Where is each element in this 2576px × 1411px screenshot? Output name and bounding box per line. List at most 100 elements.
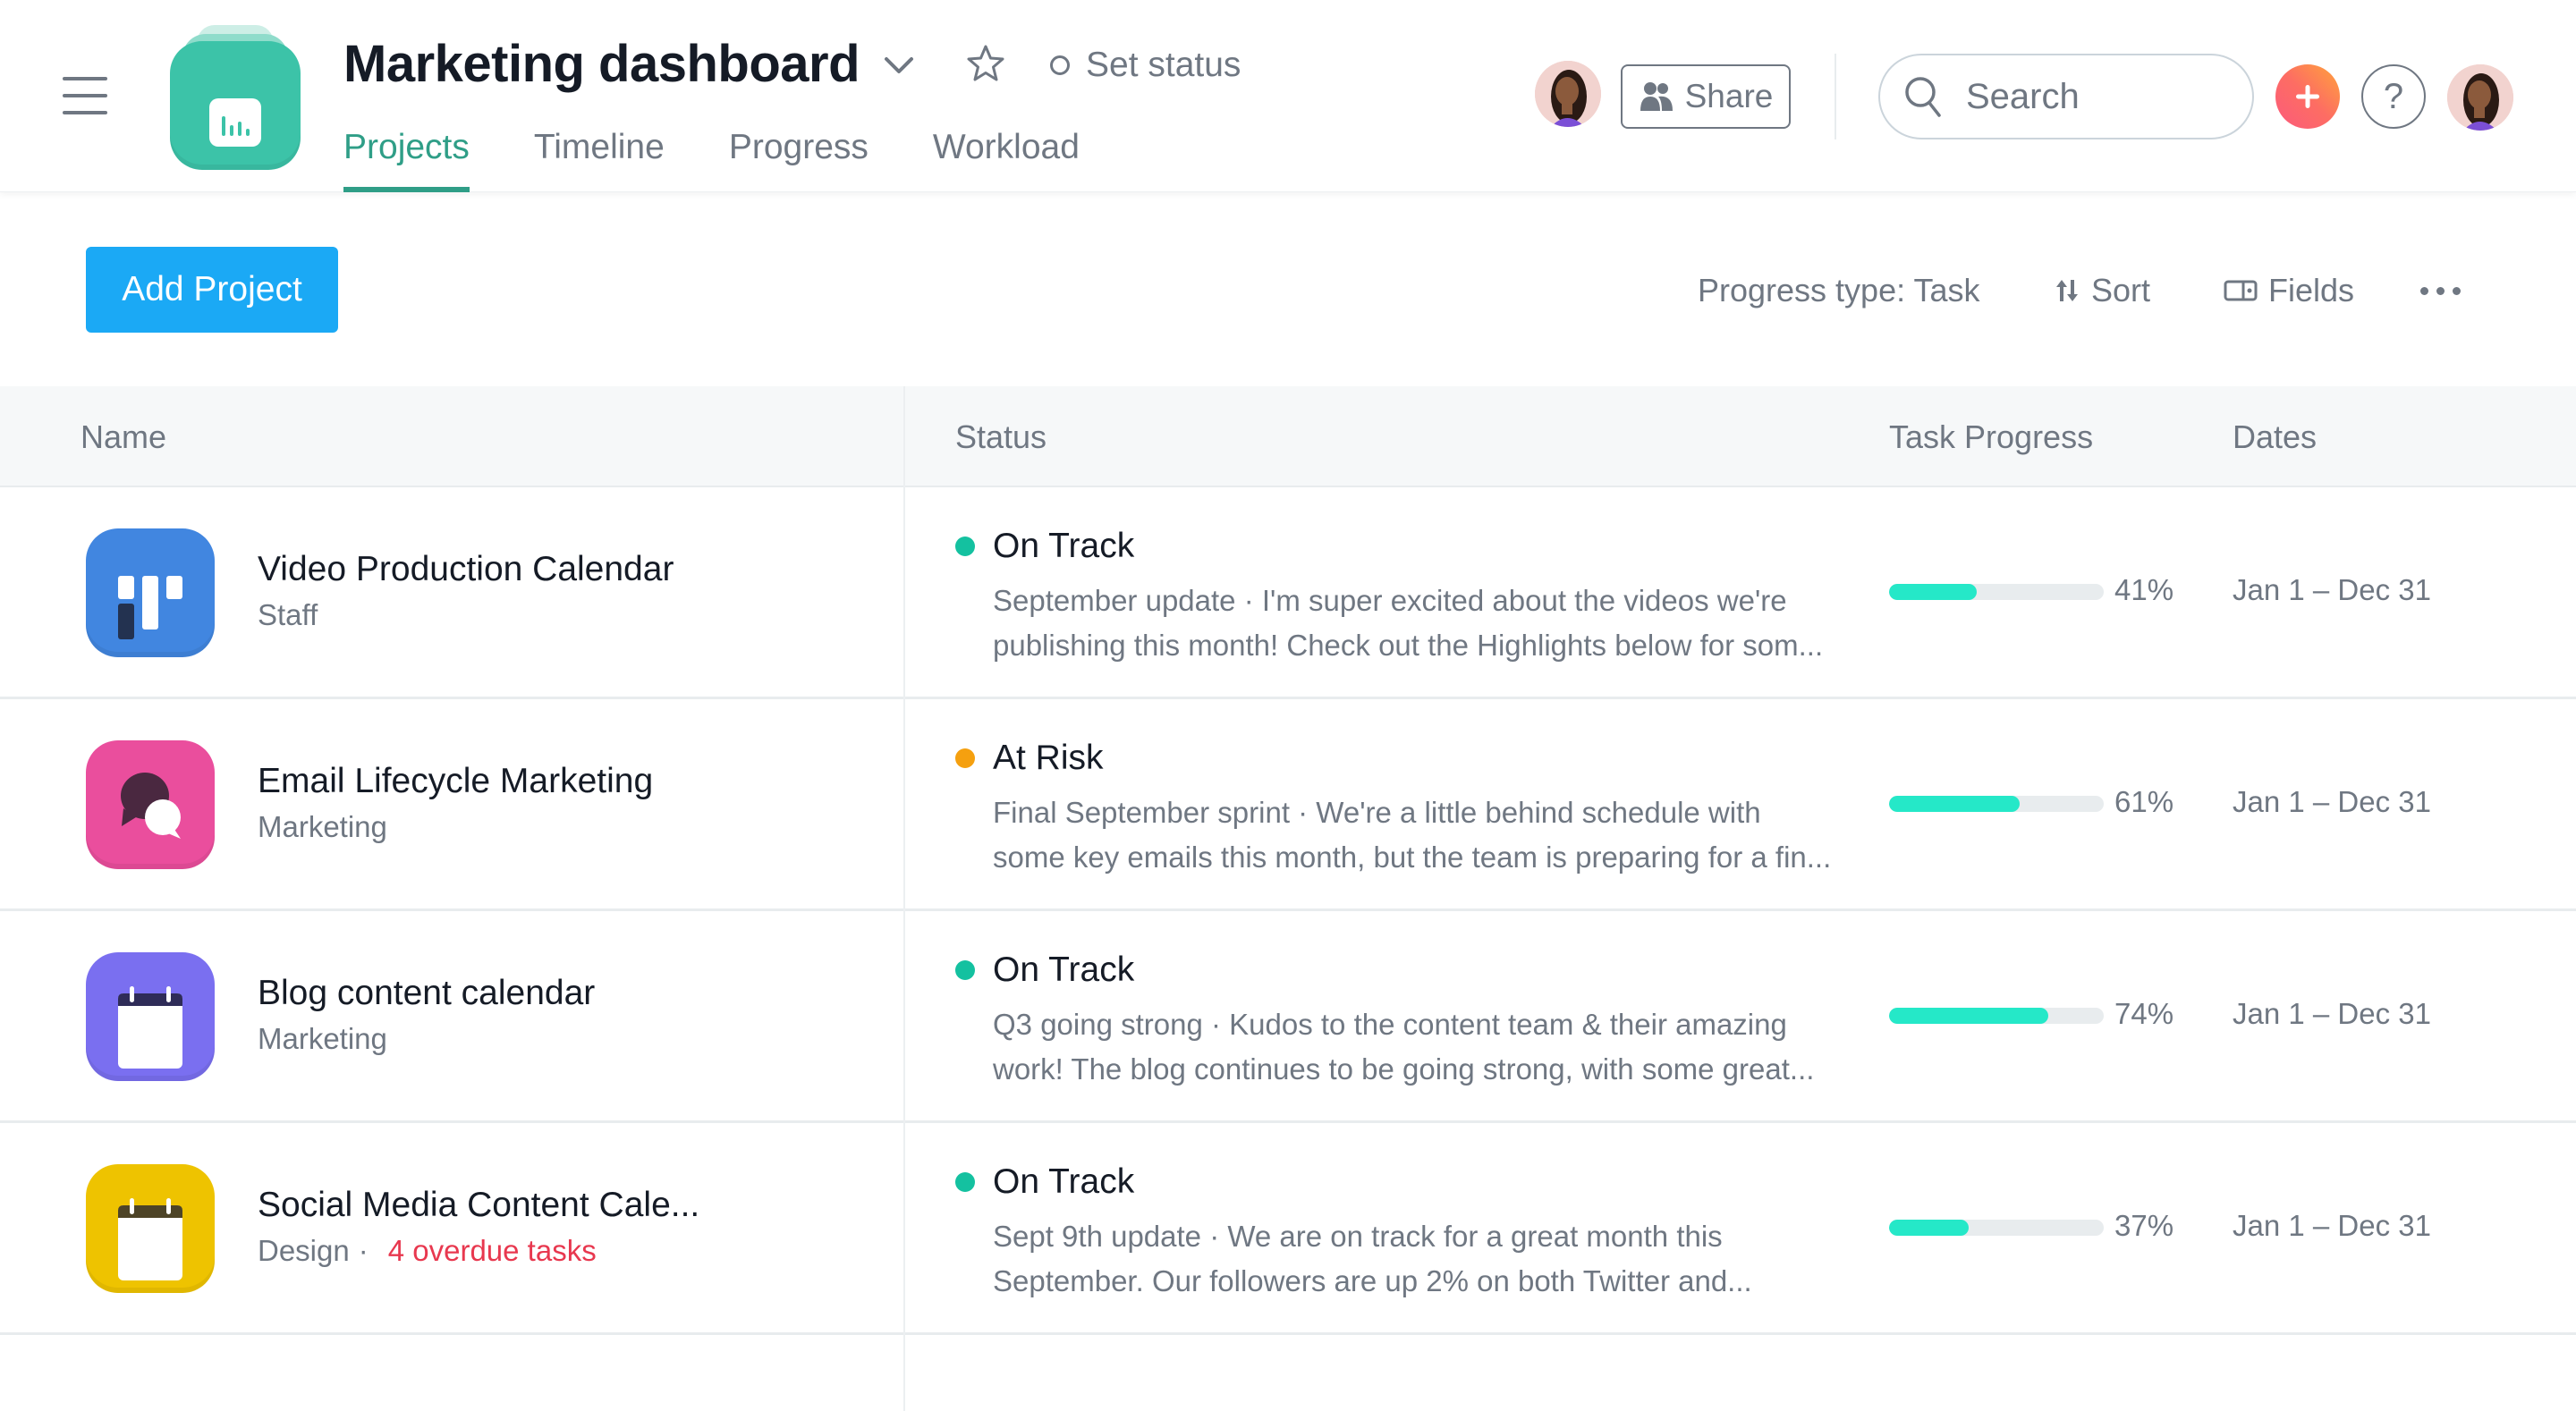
- board-icon: [118, 576, 182, 639]
- table-row[interactable]: Blog content calendar Marketing On Track…: [0, 911, 2576, 1123]
- tab-workload[interactable]: Workload: [933, 122, 1080, 192]
- table-row[interactable]: Email Lifecycle Marketing Marketing At R…: [0, 699, 2576, 911]
- progress-type-label: Progress type: Task: [1698, 272, 1980, 308]
- team-name: Staff: [258, 598, 318, 631]
- status-badge: On Track: [955, 527, 1134, 566]
- chat-bubbles-icon: [121, 773, 181, 839]
- task-progress-bar: [1889, 1220, 2104, 1236]
- project-icon: [86, 952, 215, 1081]
- calendar-icon: [118, 1198, 182, 1280]
- status-badge: On Track: [955, 951, 1134, 990]
- quick-add-button[interactable]: [2275, 64, 2340, 129]
- project-team: Marketing: [258, 1022, 387, 1056]
- project-dates[interactable]: Jan 1 – Dec 31: [2233, 573, 2431, 607]
- status-update-line: some key emails this month, but the team…: [993, 841, 1832, 874]
- search-box[interactable]: [1878, 54, 2254, 139]
- chevron-down-icon[interactable]: [881, 50, 917, 82]
- task-progress-fill: [1889, 1008, 2048, 1024]
- project-team: Staff: [258, 598, 318, 632]
- task-progress-fill: [1889, 1220, 1969, 1236]
- column-header-name[interactable]: Name: [80, 386, 166, 487]
- status-label: On Track: [993, 951, 1135, 989]
- project-icon: [86, 1164, 215, 1293]
- dashboard-logo-icon: [170, 25, 301, 170]
- status-label: On Track: [993, 527, 1135, 565]
- member-avatar[interactable]: [1535, 61, 1601, 127]
- team-name: Marketing: [258, 1022, 387, 1055]
- more-options-icon[interactable]: [2420, 268, 2461, 313]
- project-name[interactable]: Blog content calendar: [258, 974, 595, 1013]
- sort-arrows-icon: [2056, 280, 2078, 301]
- search-icon: [1905, 77, 1941, 117]
- task-progress-percent: 74%: [2114, 997, 2174, 1030]
- top-header: Marketing dashboard Set status Projects …: [0, 0, 2576, 192]
- project-icon: [86, 740, 215, 869]
- status-badge: On Track: [955, 1162, 1134, 1202]
- help-button[interactable]: ?: [2361, 64, 2426, 129]
- task-progress-fill: [1889, 796, 2021, 812]
- status-dot-icon: [955, 1172, 975, 1192]
- status-dot-icon: [955, 748, 975, 768]
- view-tabs: Projects Timeline Progress Workload: [343, 122, 1080, 192]
- table-header: Name Status Task Progress Dates: [0, 386, 2576, 487]
- project-name[interactable]: Social Media Content Cale...: [258, 1186, 699, 1225]
- fields-icon: [2224, 280, 2258, 301]
- star-icon[interactable]: [964, 43, 1007, 86]
- set-status-label: Set status: [1086, 46, 1241, 84]
- column-header-dates[interactable]: Dates: [2233, 386, 2317, 487]
- column-header-task-progress[interactable]: Task Progress: [1889, 386, 2093, 487]
- tab-projects[interactable]: Projects: [343, 122, 470, 192]
- status-circle-icon: [1050, 55, 1070, 75]
- task-progress-percent: 61%: [2114, 785, 2174, 818]
- task-progress-bar: [1889, 584, 2104, 600]
- fields-button[interactable]: Fields: [2224, 268, 2354, 313]
- project-dates[interactable]: Jan 1 – Dec 31: [2233, 997, 2431, 1031]
- add-project-button[interactable]: Add Project: [86, 247, 338, 333]
- tab-timeline[interactable]: Timeline: [534, 122, 665, 192]
- plus-icon: [2296, 85, 2319, 108]
- hamburger-menu-icon[interactable]: [63, 77, 107, 114]
- task-progress-fill: [1889, 584, 1978, 600]
- people-icon: [1640, 82, 1673, 111]
- status-update-text[interactable]: Sept 9th update · We are on track for a …: [993, 1214, 1852, 1304]
- task-progress-bar: [1889, 1008, 2104, 1024]
- status-dot-icon: [955, 537, 975, 556]
- project-name[interactable]: Video Production Calendar: [258, 550, 674, 589]
- table-row[interactable]: Social Media Content Cale... Design · 4 …: [0, 1123, 2576, 1335]
- status-update-text[interactable]: Final September sprint · We're a little …: [993, 790, 1852, 880]
- share-button[interactable]: Share: [1621, 64, 1791, 129]
- project-icon: [86, 528, 215, 657]
- calendar-icon: [118, 986, 182, 1069]
- task-progress-bar: [1889, 796, 2104, 812]
- bar-chart-icon: [209, 98, 261, 147]
- project-team: Marketing: [258, 810, 387, 844]
- meta-separator: ·: [358, 1234, 369, 1267]
- status-update-text[interactable]: Q3 going strong · Kudos to the content t…: [993, 1002, 1852, 1092]
- table-row[interactable]: Video Production Calendar Staff On Track…: [0, 487, 2576, 699]
- page-title: Marketing dashboard: [343, 35, 860, 93]
- status-dot-icon: [955, 960, 975, 980]
- progress-type-button[interactable]: Progress type: Task: [1698, 268, 1979, 313]
- project-dates[interactable]: Jan 1 – Dec 31: [2233, 785, 2431, 819]
- column-header-status[interactable]: Status: [955, 386, 1046, 487]
- project-name[interactable]: Email Lifecycle Marketing: [258, 762, 653, 801]
- header-divider: [1835, 54, 1836, 139]
- column-divider: [903, 386, 905, 1411]
- team-name: Design: [258, 1234, 350, 1267]
- search-input[interactable]: [1966, 76, 2234, 117]
- sort-label: Sort: [2091, 272, 2151, 308]
- project-team: Design · 4 overdue tasks: [258, 1234, 597, 1268]
- status-update-text[interactable]: September update · I'm super excited abo…: [993, 579, 1852, 668]
- sort-button[interactable]: Sort: [2054, 268, 2150, 313]
- status-update-line: Q3 going strong · Kudos to the content t…: [993, 1008, 1787, 1041]
- status-label: At Risk: [993, 739, 1104, 777]
- tab-progress[interactable]: Progress: [729, 122, 869, 192]
- set-status-button[interactable]: Set status: [1050, 43, 1241, 88]
- project-dates[interactable]: Jan 1 – Dec 31: [2233, 1209, 2431, 1243]
- status-update-line: September. Our followers are up 2% on bo…: [993, 1264, 1752, 1297]
- status-update-line: September update · I'm super excited abo…: [993, 584, 1787, 617]
- task-progress-percent: 37%: [2114, 1209, 2174, 1242]
- overdue-tasks-link[interactable]: 4 overdue tasks: [388, 1234, 597, 1268]
- share-label: Share: [1684, 78, 1774, 114]
- user-avatar[interactable]: [2447, 64, 2513, 131]
